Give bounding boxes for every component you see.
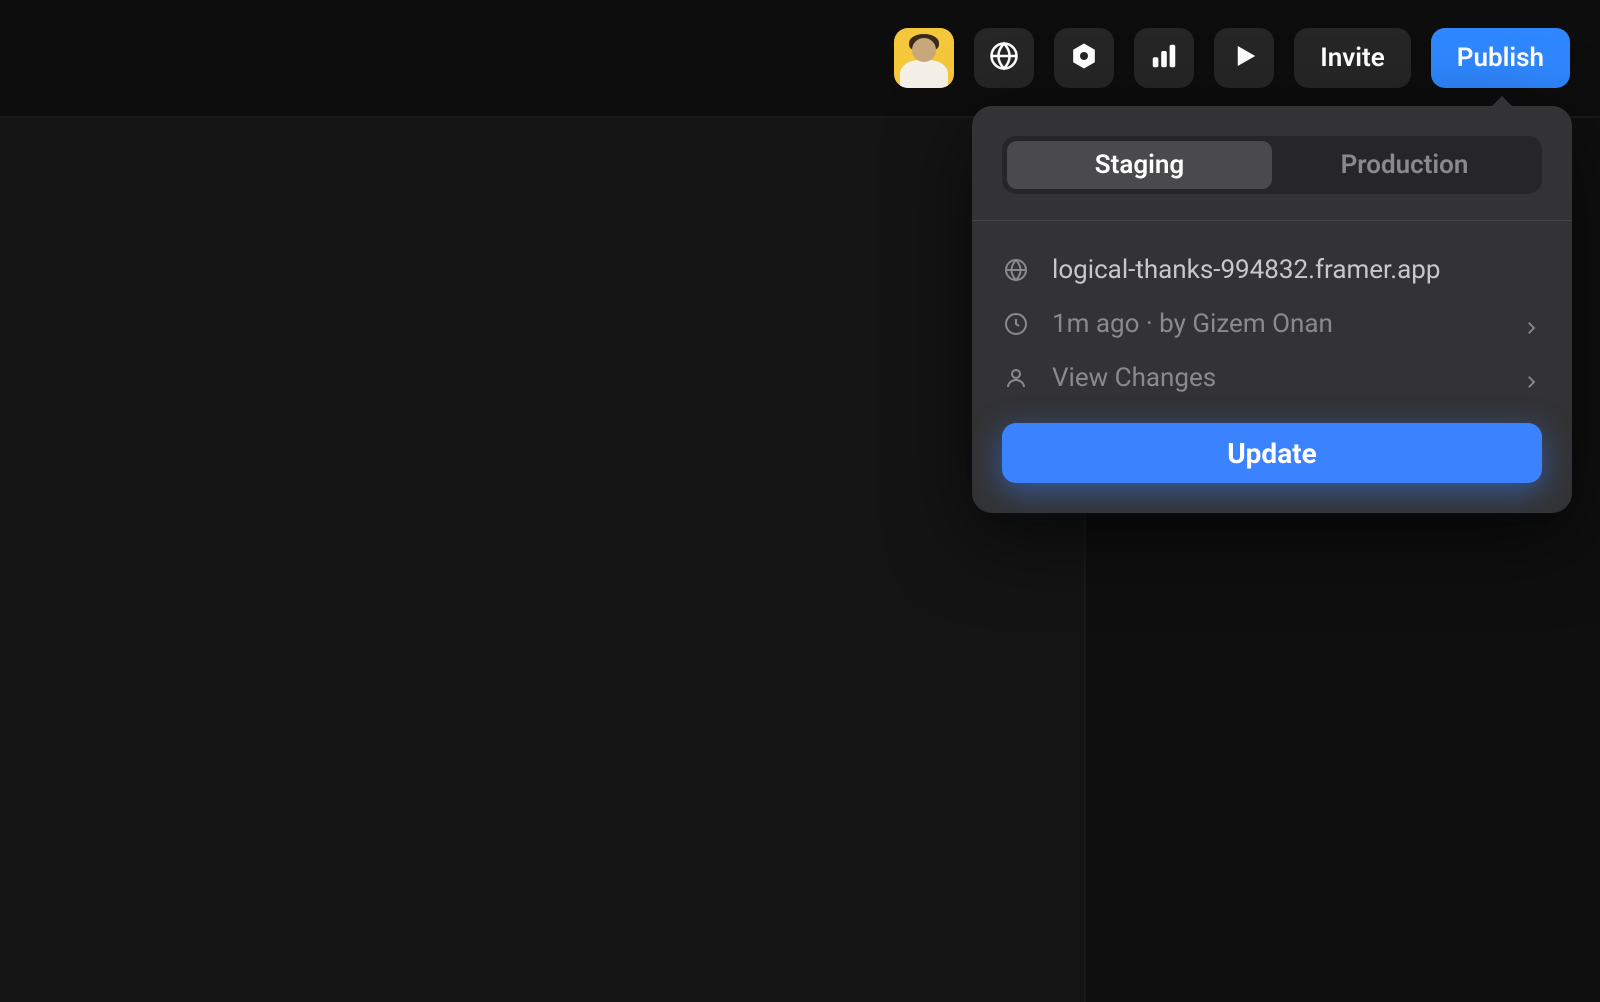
bar-chart-icon (1149, 41, 1179, 75)
clock-icon (1002, 310, 1030, 338)
site-url-row[interactable]: logical-thanks-994832.framer.app (1002, 243, 1542, 297)
top-toolbar: Invite Publish (0, 0, 1600, 118)
analytics-button[interactable] (1134, 28, 1194, 88)
hexagon-dot-icon (1069, 41, 1099, 75)
avatar-body-shape (900, 60, 948, 88)
publish-label: Publish (1457, 43, 1544, 73)
tab-production[interactable]: Production (1272, 141, 1537, 189)
publish-popover: Staging Production logical-thanks-994832… (972, 106, 1572, 513)
view-changes-row[interactable]: View Changes (1002, 351, 1542, 405)
tab-staging[interactable]: Staging (1007, 141, 1272, 189)
globe-icon (989, 41, 1019, 75)
update-button-container: Update (1002, 423, 1542, 483)
update-button[interactable]: Update (1002, 423, 1542, 483)
tab-production-label: Production (1341, 150, 1469, 180)
preview-button[interactable] (1214, 28, 1274, 88)
site-url-text: logical-thanks-994832.framer.app (1052, 255, 1542, 285)
publish-button[interactable]: Publish (1431, 28, 1570, 88)
tab-staging-label: Staging (1095, 150, 1184, 180)
globe-icon (1002, 256, 1030, 284)
update-label: Update (1227, 437, 1317, 470)
components-button[interactable] (1054, 28, 1114, 88)
play-icon (1229, 41, 1259, 75)
divider (972, 220, 1572, 221)
avatar-head-shape (912, 38, 936, 62)
view-changes-text: View Changes (1052, 363, 1500, 393)
person-icon (1002, 364, 1030, 392)
canvas-area (0, 118, 1084, 1002)
invite-label: Invite (1320, 43, 1385, 73)
chevron-right-icon (1522, 368, 1542, 388)
last-publish-text: 1m ago · by Gizem Onan (1052, 309, 1500, 339)
chevron-right-icon (1522, 314, 1542, 334)
invite-button[interactable]: Invite (1294, 28, 1411, 88)
environment-tabs: Staging Production (1002, 136, 1542, 194)
last-publish-row[interactable]: 1m ago · by Gizem Onan (1002, 297, 1542, 351)
site-settings-button[interactable] (974, 28, 1034, 88)
user-avatar[interactable] (894, 28, 954, 88)
